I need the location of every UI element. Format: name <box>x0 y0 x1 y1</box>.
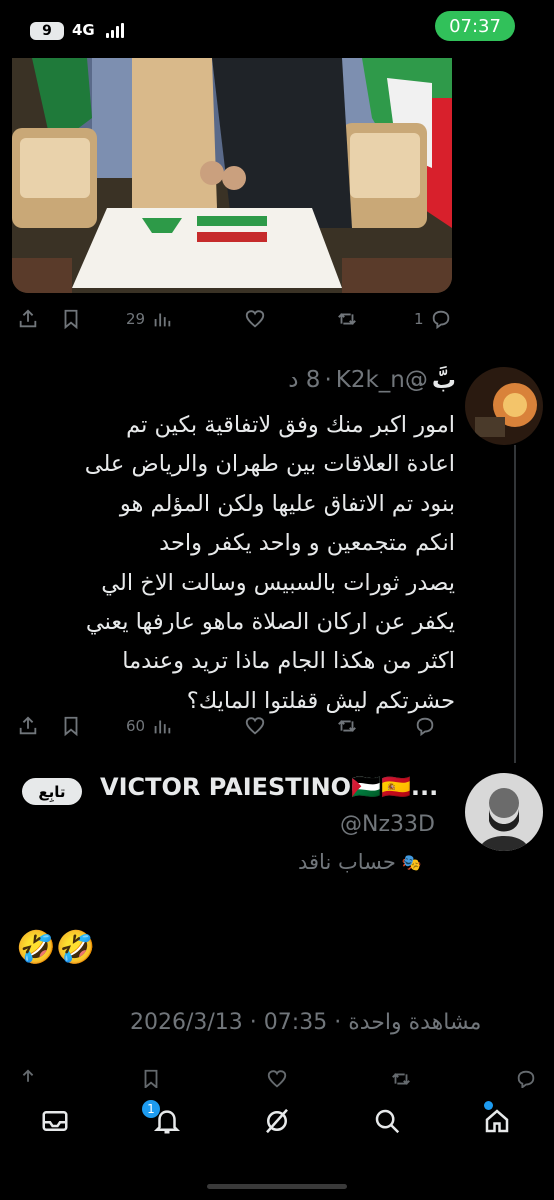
masks-icon: 🎭 <box>401 852 422 872</box>
reply-header: بَّ @K2k_n · 8 د <box>288 366 456 394</box>
bookmark-icon <box>144 1069 158 1090</box>
tweet-meta: مشاهدة واحدة · 07:35 · 2026/3/13 <box>130 1010 481 1035</box>
main-author-handle[interactable]: @Nz33D <box>340 812 435 837</box>
views-button[interactable]: 60 <box>126 715 173 737</box>
meta-sep: · <box>242 1010 264 1035</box>
bookmark-icon <box>64 716 78 737</box>
bookmark-button[interactable] <box>140 1068 162 1090</box>
tweet-photo[interactable] <box>12 58 452 293</box>
heart-icon <box>267 1070 287 1088</box>
follow-button[interactable]: تابِع <box>22 778 82 805</box>
nav-search[interactable] <box>372 1106 402 1136</box>
reply-avatar[interactable] <box>465 367 543 445</box>
grok-icon <box>266 1108 288 1134</box>
main-avatar[interactable] <box>465 773 543 851</box>
nav-messages[interactable] <box>40 1106 70 1136</box>
account-label-text: حساب ناقد <box>298 850 396 874</box>
views-count: 60 <box>126 717 146 735</box>
meta-sep: · <box>327 1010 349 1035</box>
heart-icon <box>245 310 265 328</box>
share-icon <box>22 1069 34 1082</box>
reply-text: امور اكبر منك وفق لاتفاقية بكين تم اعادة… <box>84 412 455 714</box>
retweet-icon <box>392 1073 410 1085</box>
nav-grok[interactable] <box>262 1106 292 1136</box>
like-button[interactable] <box>244 308 266 330</box>
bookmark-icon <box>64 309 78 330</box>
comment-icon <box>432 310 449 330</box>
reply-count: 1 <box>414 310 424 328</box>
notifications-badge: 1 <box>142 1100 160 1118</box>
like-button[interactable] <box>266 1068 288 1090</box>
tweet-content: 🤣🤣 <box>16 928 96 966</box>
network-type: 4G <box>72 21 95 39</box>
reply-button[interactable]: 1 <box>414 308 452 330</box>
views-button[interactable]: 29 <box>126 308 173 330</box>
bookmark-button[interactable] <box>60 308 82 330</box>
home-indicator <box>207 1184 347 1189</box>
account-label: 🎭 حساب ناقد <box>298 850 422 874</box>
bookmark-button[interactable] <box>60 715 82 737</box>
main-author-name[interactable]: VICTOR PAIESTINO🇵🇸🇪🇸... <box>100 773 438 801</box>
retweet-icon <box>338 720 356 732</box>
reply-author-name[interactable]: بَّ <box>432 366 456 394</box>
comment-icon <box>517 1070 535 1090</box>
analytics-icon <box>154 313 171 327</box>
meta-time: 07:35 <box>263 1010 328 1035</box>
share-button[interactable] <box>17 715 39 737</box>
views-count: 29 <box>126 310 146 328</box>
reply-separator: · <box>324 367 332 393</box>
signal-icon <box>106 22 124 38</box>
retweet-button[interactable] <box>336 715 358 737</box>
share-icon <box>19 716 37 735</box>
like-button[interactable] <box>244 715 266 737</box>
comment-icon <box>416 717 434 737</box>
meta-date: 2026/3/13 <box>130 1010 243 1035</box>
analytics-icon <box>154 720 171 734</box>
retweet-icon <box>338 313 356 325</box>
share-button[interactable] <box>17 308 39 330</box>
messages-icon <box>42 1111 68 1131</box>
reply-age: 8 د <box>288 367 321 393</box>
battery-indicator: 9 <box>30 22 64 40</box>
reply-action-bar: 60 <box>0 715 554 745</box>
retweet-button[interactable] <box>390 1068 412 1090</box>
reply-button[interactable] <box>414 715 436 737</box>
share-icon <box>19 309 37 328</box>
status-clock: 07:37 <box>435 11 515 41</box>
parent-action-bar: 29 1 <box>0 308 554 338</box>
bottom-nav <box>0 1088 554 1158</box>
meta-views: مشاهدة واحدة <box>348 1010 482 1035</box>
retweet-button[interactable] <box>336 308 358 330</box>
nav-home[interactable] <box>482 1106 512 1136</box>
heart-icon <box>245 717 265 735</box>
more-options-button[interactable]: ··· <box>405 374 425 395</box>
search-icon <box>375 1109 400 1134</box>
reply-button[interactable] <box>515 1068 537 1090</box>
home-icon <box>485 1109 509 1133</box>
home-unread-dot <box>484 1101 493 1110</box>
share-button[interactable] <box>17 1068 39 1090</box>
